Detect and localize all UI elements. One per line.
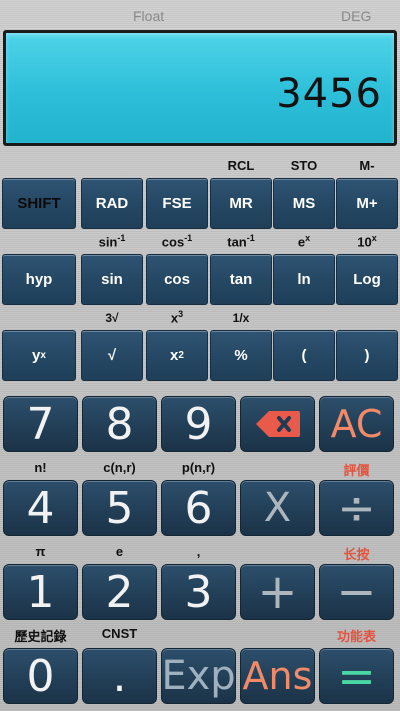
plus-button[interactable]: + xyxy=(240,564,315,620)
menu-label: 功能表 xyxy=(336,629,376,644)
permutation-label: p(n,r) xyxy=(181,460,216,475)
display-value: 3456 xyxy=(276,71,382,117)
rcl-label: RCL xyxy=(227,158,255,173)
atan-label: tan-1 xyxy=(227,233,255,250)
factorial-label: n! xyxy=(34,460,47,475)
ans-button[interactable]: Ans xyxy=(240,648,315,704)
history-label: 歷史記錄 xyxy=(14,629,67,644)
ln-button[interactable]: ln xyxy=(273,254,335,305)
exp-button[interactable]: Exp xyxy=(161,648,236,704)
pi-label: π xyxy=(35,544,46,559)
reciprocal-label: 1/x xyxy=(232,311,250,325)
multiply-button[interactable]: X xyxy=(240,480,315,536)
square-button[interactable]: x2 xyxy=(146,330,208,381)
decimal-point-button[interactable]: . xyxy=(82,648,157,704)
m-plus-button[interactable]: M+ xyxy=(336,178,398,229)
tan-button[interactable]: tan xyxy=(210,254,272,305)
close-paren-button[interactable]: ) xyxy=(336,330,398,381)
calculator-display: 3456 xyxy=(3,30,397,146)
pow10-label: 10x xyxy=(357,233,377,250)
exp-e-label: ex xyxy=(297,233,311,250)
ms-button[interactable]: MS xyxy=(273,178,335,229)
angle-mode-indicator: DEG xyxy=(341,8,372,24)
m-minus-label: M- xyxy=(359,158,375,173)
digit-7-button[interactable]: 7 xyxy=(3,396,78,452)
ac-button[interactable]: AC xyxy=(319,396,394,452)
comma-label: , xyxy=(196,544,201,559)
cbrt-label: 3√ xyxy=(105,311,119,325)
euler-label: e xyxy=(115,544,124,559)
cube-label: x3 xyxy=(170,309,184,326)
digit-5-button[interactable]: 5 xyxy=(82,480,157,536)
digit-8-button[interactable]: 8 xyxy=(82,396,157,452)
divide-button[interactable]: ÷ xyxy=(319,480,394,536)
digit-2-button[interactable]: 2 xyxy=(82,564,157,620)
digit-4-button[interactable]: 4 xyxy=(3,480,78,536)
float-mode-indicator: Float xyxy=(133,8,165,24)
digit-0-button[interactable]: 0 xyxy=(3,648,78,704)
minus-button[interactable]: − xyxy=(319,564,394,620)
sto-label: STO xyxy=(290,158,318,173)
digit-1-button[interactable]: 1 xyxy=(3,564,78,620)
open-paren-button[interactable]: ( xyxy=(273,330,335,381)
asin-label: sin-1 xyxy=(98,233,126,250)
power-button[interactable]: yx xyxy=(2,330,76,381)
percent-button[interactable]: % xyxy=(210,330,272,381)
sqrt-button[interactable]: √ xyxy=(81,330,143,381)
cos-button[interactable]: cos xyxy=(146,254,208,305)
long-press-label: 长按 xyxy=(343,547,370,562)
status-bar: Float DEG xyxy=(0,0,400,30)
log-button[interactable]: Log xyxy=(336,254,398,305)
fse-button[interactable]: FSE xyxy=(146,178,208,229)
rad-button[interactable]: RAD xyxy=(81,178,143,229)
rate-label: 評價 xyxy=(343,463,370,478)
digit-3-button[interactable]: 3 xyxy=(161,564,236,620)
backspace-icon xyxy=(255,411,300,437)
mr-button[interactable]: MR xyxy=(210,178,272,229)
acos-label: cos-1 xyxy=(161,233,193,250)
sin-button[interactable]: sin xyxy=(81,254,143,305)
equals-button[interactable]: = xyxy=(319,648,394,704)
digit-6-button[interactable]: 6 xyxy=(161,480,236,536)
digit-9-button[interactable]: 9 xyxy=(161,396,236,452)
backspace-button[interactable] xyxy=(240,396,315,452)
shift-button[interactable]: SHIFT xyxy=(2,178,76,229)
constants-label: CNST xyxy=(101,626,138,641)
combination-label: c(n,r) xyxy=(103,460,136,475)
hyp-button[interactable]: hyp xyxy=(2,254,76,305)
